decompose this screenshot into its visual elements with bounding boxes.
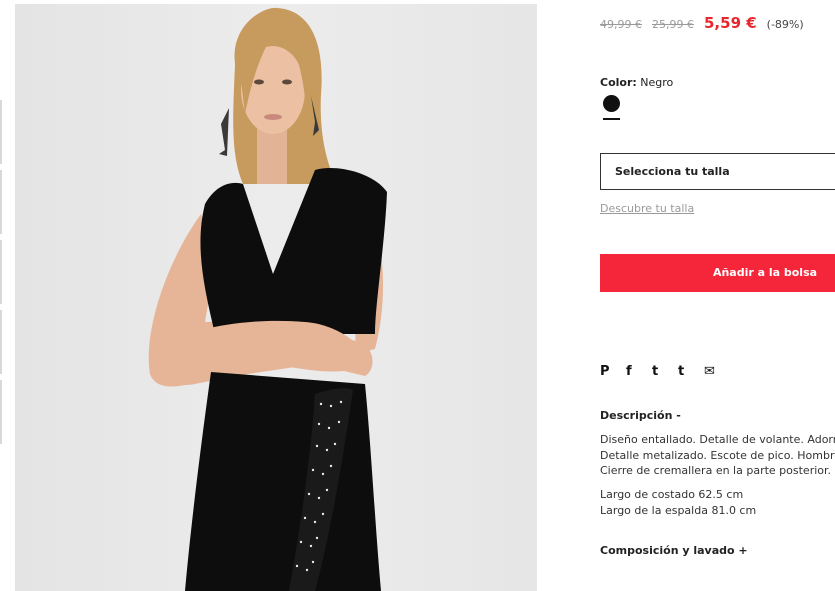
description-toggle[interactable]: Descripción - bbox=[600, 409, 681, 422]
description-text: Diseño entallado. Detalle de volante. Ad… bbox=[600, 432, 835, 479]
measure-line: Largo de la espalda 81.0 cm bbox=[600, 503, 757, 517]
product-page: 49,99 € 25,99 € 5,59 € (-89%) Color: Neg… bbox=[0, 0, 835, 591]
thumbnail-divider[interactable] bbox=[0, 170, 2, 234]
description-line: Cierre de cremallera en la parte posteri… bbox=[600, 464, 832, 477]
previous-price: 25,99 € bbox=[652, 18, 694, 31]
color-swatch-negro[interactable] bbox=[603, 95, 620, 112]
twitter-icon[interactable]: t bbox=[652, 364, 678, 379]
description-measures: Largo de costado 62.5 cm Largo de la esp… bbox=[600, 487, 756, 518]
description-line: Detalle metalizado. Escote de pico. Homb… bbox=[600, 448, 835, 462]
mail-icon[interactable]: ✉ bbox=[704, 364, 730, 379]
product-info-panel: 49,99 € 25,99 € 5,59 € (-89%) Color: Neg… bbox=[600, 0, 835, 591]
size-guide-link[interactable]: Descubre tu talla bbox=[600, 202, 694, 215]
thumbnail-divider[interactable] bbox=[0, 380, 2, 444]
model-illustration bbox=[148, 7, 387, 591]
discount-badge: (-89%) bbox=[766, 18, 804, 31]
facebook-icon[interactable]: f bbox=[626, 364, 652, 379]
color-label: Color: bbox=[600, 76, 637, 89]
color-label-row: Color: Negro bbox=[600, 76, 673, 89]
original-price: 49,99 € bbox=[600, 18, 642, 31]
product-image[interactable] bbox=[15, 4, 537, 591]
price-row: 49,99 € 25,99 € 5,59 € (-89%) bbox=[600, 14, 804, 32]
thumbnail-divider[interactable] bbox=[0, 100, 2, 164]
current-price: 5,59 € bbox=[704, 14, 757, 32]
selected-swatch-indicator bbox=[603, 118, 620, 120]
thumbnail-divider[interactable] bbox=[0, 310, 2, 374]
color-value: Negro bbox=[640, 76, 674, 89]
thumbnail-strip bbox=[0, 0, 2, 444]
description-line: Diseño entallado. Detalle de volante. Ad… bbox=[600, 433, 835, 446]
composition-toggle[interactable]: Composición y lavado + bbox=[600, 544, 748, 557]
pinterest-icon[interactable]: P bbox=[600, 364, 626, 379]
measure-line: Largo de costado 62.5 cm bbox=[600, 488, 744, 501]
add-to-bag-button[interactable]: Añadir a la bolsa bbox=[600, 254, 835, 292]
size-select[interactable]: Selecciona tu talla bbox=[600, 153, 835, 190]
tumblr-icon[interactable]: t bbox=[678, 364, 704, 379]
thumbnail-divider[interactable] bbox=[0, 240, 2, 304]
share-icons: P f t t ✉ bbox=[600, 364, 730, 379]
